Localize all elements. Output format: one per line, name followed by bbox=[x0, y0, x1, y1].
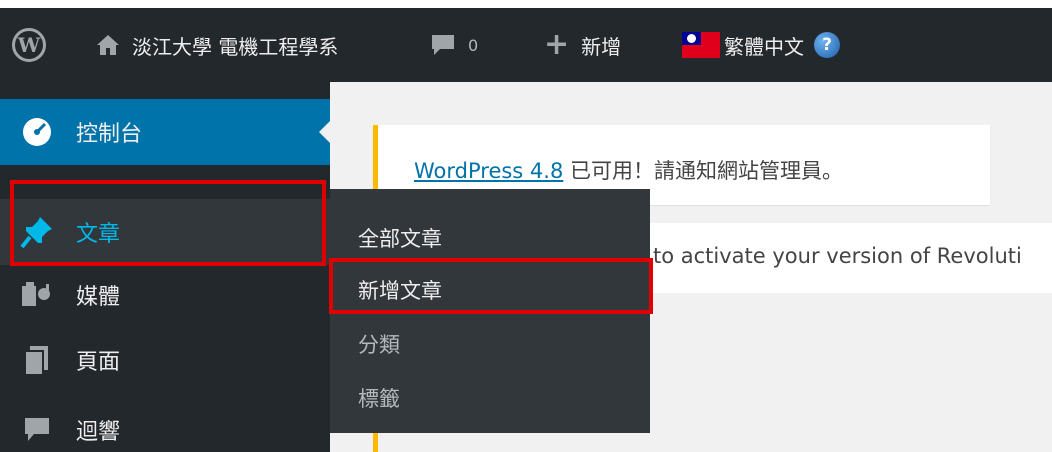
update-notice-text: WordPress 4.8 已可用！請通知網站管理員。 bbox=[414, 155, 843, 185]
sidebar-item-label: 媒體 bbox=[76, 285, 121, 310]
pin-icon bbox=[18, 213, 56, 251]
sidebar-item-media[interactable]: 媒體 bbox=[0, 262, 330, 328]
admin-bar: W 淡江大學 電機工程學系 0 + 新增 繁體中文 ? bbox=[0, 8, 1052, 82]
help-icon[interactable]: ? bbox=[814, 32, 840, 58]
site-name: 淡江大學 電機工程學系 bbox=[132, 34, 339, 59]
admin-sidebar: 控制台 文章 媒體 頁面 迴響 bbox=[0, 82, 330, 452]
posts-submenu: 全部文章 新增文章 分類 標籤 bbox=[330, 189, 650, 433]
taiwan-flag-icon bbox=[682, 32, 720, 58]
sidebar-item-pages[interactable]: 頁面 bbox=[0, 327, 330, 393]
revolution-notice-text: to activate your version of Revoluti bbox=[653, 244, 1022, 268]
notice-border bbox=[373, 433, 378, 452]
sidebar-item-comments[interactable]: 迴響 bbox=[0, 397, 330, 452]
sidebar-item-dashboard[interactable]: 控制台 bbox=[0, 99, 330, 165]
top-strip bbox=[0, 0, 1052, 8]
sidebar-item-posts[interactable]: 文章 bbox=[0, 199, 330, 265]
plus-icon: + bbox=[544, 27, 570, 62]
comments-button[interactable]: 0 bbox=[430, 8, 478, 82]
home-icon bbox=[97, 35, 119, 55]
sidebar-item-label: 文章 bbox=[76, 222, 121, 247]
comment-icon bbox=[18, 411, 56, 449]
dashboard-icon bbox=[18, 113, 56, 151]
sidebar-item-label: 控制台 bbox=[76, 122, 143, 147]
comments-count: 0 bbox=[468, 35, 479, 55]
submenu-item-tags[interactable]: 標籤 bbox=[358, 383, 400, 413]
wordpress-logo-button[interactable]: W bbox=[12, 8, 46, 82]
media-icon bbox=[18, 276, 56, 314]
wordpress-version-link[interactable]: WordPress 4.8 bbox=[414, 159, 563, 183]
language-switcher[interactable]: 繁體中文 ? bbox=[682, 8, 840, 82]
submenu-item-add-new[interactable]: 新增文章 bbox=[358, 275, 442, 305]
submenu-item-all-posts[interactable]: 全部文章 bbox=[358, 223, 442, 253]
pages-icon bbox=[18, 341, 56, 379]
wordpress-icon: W bbox=[12, 28, 46, 62]
new-label: 新增 bbox=[581, 34, 622, 59]
comment-bubble-icon bbox=[432, 35, 454, 55]
sidebar-item-label: 迴響 bbox=[76, 420, 121, 445]
update-notice-message: 已可用！請通知網站管理員。 bbox=[563, 159, 844, 183]
new-content-button[interactable]: + 新增 bbox=[544, 8, 621, 82]
site-name-link[interactable]: 淡江大學 電機工程學系 bbox=[96, 8, 338, 82]
submenu-item-categories[interactable]: 分類 bbox=[358, 329, 400, 359]
sidebar-item-label: 頁面 bbox=[76, 350, 121, 375]
language-label: 繁體中文 bbox=[724, 34, 804, 59]
